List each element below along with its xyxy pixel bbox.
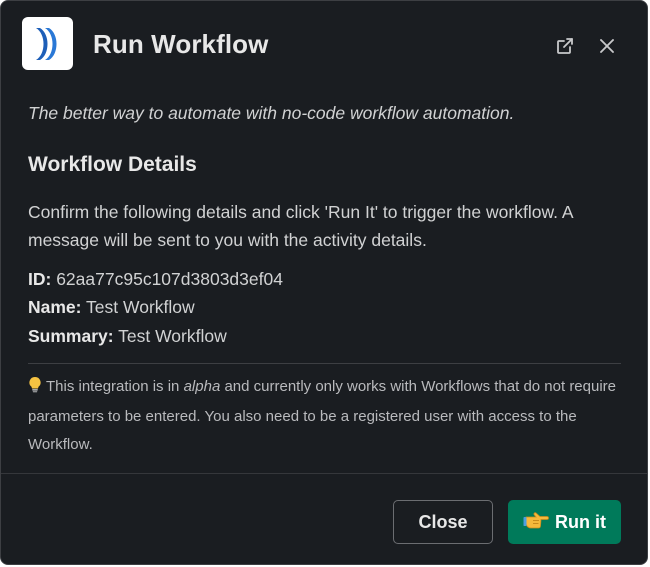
detail-id-value: 62aa77c95c107d3803d3ef04 (56, 269, 283, 289)
detail-name-value: Test Workflow (86, 297, 195, 317)
modal-title: Run Workflow (93, 29, 269, 59)
detail-id-label: ID: (28, 269, 52, 289)
section-title: Workflow Details (28, 153, 197, 176)
open-in-new-window-button[interactable] (554, 35, 576, 57)
detail-summary-label: Summary: (28, 326, 114, 346)
external-link-icon (557, 38, 573, 54)
close-icon (600, 39, 614, 53)
close-button[interactable]: Close (393, 500, 493, 544)
close-button-label: Close (418, 511, 468, 532)
modal-header: Run Workflow (1, 1, 647, 91)
chevron-logo-icon (35, 27, 56, 60)
app-logo (22, 17, 73, 70)
lightbulb-icon (28, 375, 42, 403)
alpha-note: This integration is in alpha and current… (28, 373, 628, 459)
close-modal-button[interactable] (596, 35, 618, 57)
content-divider (28, 363, 621, 364)
detail-summary-value: Test Workflow (118, 326, 227, 346)
detail-name: Name: Test Workflow (28, 297, 195, 318)
note-text-emphasis: alpha (183, 378, 221, 395)
run-it-button-label: Run it (555, 511, 606, 532)
detail-name-label: Name: (28, 297, 82, 317)
detail-summary: Summary: Test Workflow (28, 326, 227, 347)
instructions-text: Confirm the following details and click … (28, 202, 573, 250)
detail-id: ID: 62aa77c95c107d3803d3ef04 (28, 269, 283, 290)
footer-divider (1, 473, 647, 474)
run-workflow-modal: Run Workflow The better way to automate … (0, 0, 648, 565)
pointing-hand-icon (523, 510, 549, 535)
note-text-before: This integration is in (46, 378, 184, 395)
tagline: The better way to automate with no-code … (28, 103, 515, 123)
run-it-button[interactable]: Run it (508, 500, 621, 544)
